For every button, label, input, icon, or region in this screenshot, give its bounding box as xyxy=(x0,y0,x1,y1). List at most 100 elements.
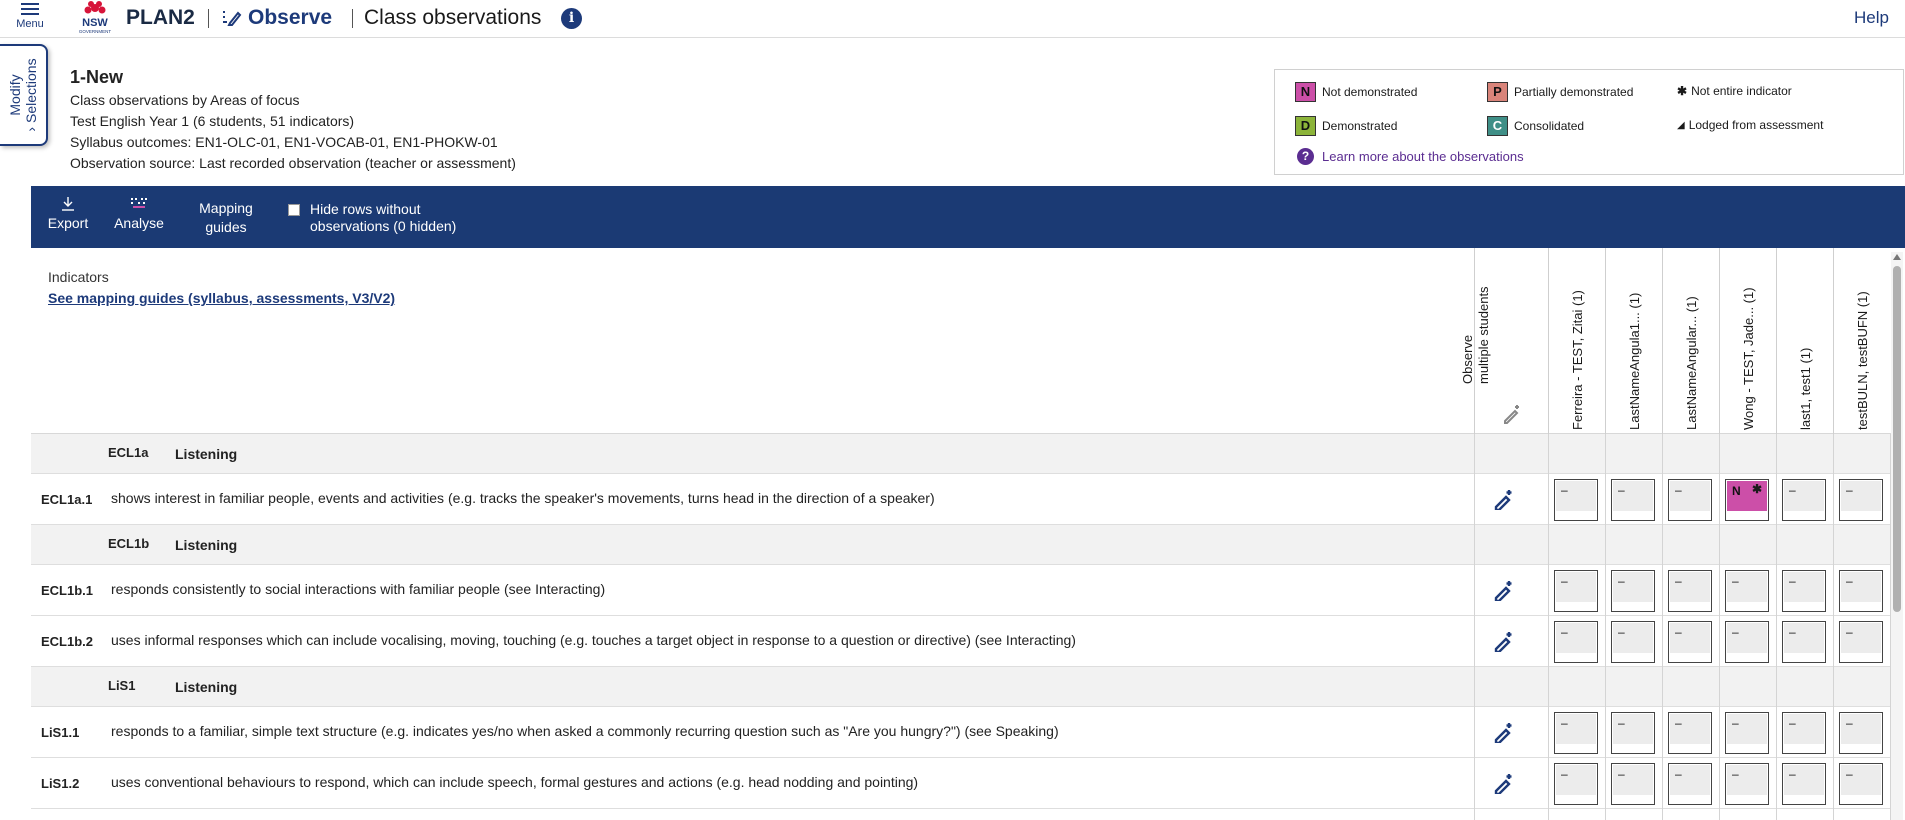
class-observations-page: Menu NSW GOVERNMENT PLAN2 Observe Class … xyxy=(0,0,1905,820)
observation-cell[interactable]: – xyxy=(1782,621,1826,663)
observation-cell[interactable]: – xyxy=(1611,570,1655,612)
modify-selections-label: Modify › Selections xyxy=(7,58,39,132)
indicator-row: ECL1a.1 shows interest in familiar people… xyxy=(31,474,1891,525)
indicator-description: uses informal responses which can includ… xyxy=(111,632,1076,648)
help-link[interactable]: Help xyxy=(1854,8,1889,28)
legend-not-entire-indicator: ✱ Not entire indicator xyxy=(1677,84,1792,98)
observation-cell[interactable]: – xyxy=(1554,763,1598,805)
observation-cell[interactable]: – xyxy=(1668,570,1712,612)
observation-value: – xyxy=(1613,572,1653,602)
legend-not-demonstrated: N Not demonstrated xyxy=(1295,82,1417,102)
observation-cell[interactable]: – xyxy=(1725,621,1769,663)
observation-cell[interactable]: – xyxy=(1725,570,1769,612)
legend-badge: N xyxy=(1295,82,1316,102)
observation-value: – xyxy=(1613,765,1653,795)
observation-cell[interactable]: – xyxy=(1839,763,1883,805)
group-label: Listening xyxy=(175,679,238,695)
observe-pencil-icon[interactable] xyxy=(1493,579,1515,603)
menu-label: Menu xyxy=(16,18,44,30)
hide-rows-toggle[interactable]: Hide rows without observations (0 hidden… xyxy=(288,201,456,235)
student-column-header[interactable]: LastNameAngula1... (1) xyxy=(1605,248,1662,434)
observation-cell[interactable]: – xyxy=(1668,621,1712,663)
observation-cell[interactable]: – xyxy=(1611,763,1655,805)
group-label: Listening xyxy=(175,446,238,462)
student-column-header[interactable]: Ferreira - TEST, Zitai (1) xyxy=(1548,248,1605,434)
grid-scrollbar[interactable] xyxy=(1891,252,1903,820)
observe-section[interactable]: Observe xyxy=(222,6,332,30)
analyse-label: Analyse xyxy=(114,215,164,231)
legend-badge: C xyxy=(1487,116,1508,136)
observation-value: – xyxy=(1727,714,1767,744)
analyse-button[interactable]: Analyse xyxy=(111,196,167,233)
observation-cell[interactable]: – xyxy=(1725,712,1769,754)
observation-cell[interactable]: – xyxy=(1725,763,1769,805)
column-divider xyxy=(1719,434,1720,820)
student-column-header[interactable]: testBULN, testBUFN (1) xyxy=(1833,248,1890,434)
observation-value: – xyxy=(1670,572,1710,602)
learn-more-link[interactable]: ? Learn more about the observations xyxy=(1297,148,1524,165)
observation-cell[interactable]: N ✱ xyxy=(1725,479,1769,521)
observation-cell[interactable]: – xyxy=(1782,712,1826,754)
observation-cell[interactable]: – xyxy=(1839,712,1883,754)
question-icon: ? xyxy=(1297,148,1314,165)
top-header: Menu NSW GOVERNMENT PLAN2 Observe Class … xyxy=(0,0,1905,38)
group-row: ECL1b Listening xyxy=(31,525,1891,565)
observation-value: – xyxy=(1784,481,1824,511)
observe-pencil-icon[interactable] xyxy=(1493,721,1515,745)
indicator-row: LiS1.2 uses conventional behaviours to re… xyxy=(31,758,1891,809)
observation-cell[interactable]: – xyxy=(1611,479,1655,521)
download-icon xyxy=(62,197,74,211)
observation-value: – xyxy=(1556,765,1596,795)
svg-text:NSW: NSW xyxy=(82,17,108,29)
group-code: ECL1b xyxy=(108,536,150,551)
student-column-header[interactable]: last1, test1 (1) xyxy=(1776,248,1833,434)
info-icon[interactable]: i xyxy=(561,8,582,29)
learn-more-label: Learn more about the observations xyxy=(1322,149,1524,164)
observation-cell[interactable]: – xyxy=(1782,570,1826,612)
column-divider xyxy=(1662,434,1663,820)
legend-demonstrated: D Demonstrated xyxy=(1295,116,1397,136)
group-code: LiS1 xyxy=(108,678,136,693)
hide-rows-checkbox[interactable] xyxy=(288,204,300,216)
observation-value: – xyxy=(1841,714,1881,744)
observation-cell[interactable]: – xyxy=(1839,621,1883,663)
mapping-guides-label: guides xyxy=(205,219,247,235)
observation-cell[interactable]: – xyxy=(1668,712,1712,754)
observation-cell[interactable]: – xyxy=(1554,479,1598,521)
observation-value: – xyxy=(1613,481,1653,511)
menu-button[interactable]: Menu xyxy=(12,0,48,36)
observation-cell[interactable]: – xyxy=(1668,479,1712,521)
observation-value: – xyxy=(1727,572,1767,602)
observe-pencil-icon[interactable] xyxy=(1493,630,1515,654)
observe-pencil-icon[interactable] xyxy=(1493,488,1515,512)
export-button[interactable]: Export xyxy=(43,196,93,233)
observation-cell[interactable]: – xyxy=(1554,570,1598,612)
indicator-row: LiS1.1 responds to a familiar, simple tex… xyxy=(31,707,1891,758)
observation-cell[interactable]: – xyxy=(1554,621,1598,663)
observation-cell[interactable]: – xyxy=(1839,570,1883,612)
scroll-up-arrow-icon[interactable] xyxy=(1893,254,1901,260)
student-column-header[interactable]: LastNameAngular... (1) xyxy=(1662,248,1719,434)
group-label: Listening xyxy=(175,537,238,553)
indicator-code: LiS1.2 xyxy=(41,776,80,791)
observation-cell[interactable]: – xyxy=(1611,621,1655,663)
mapping-guides-button[interactable]: Mapping guides xyxy=(191,199,261,237)
observation-cell[interactable]: – xyxy=(1782,479,1826,521)
mapping-guides-link[interactable]: See mapping guides (syllabus, assessment… xyxy=(48,290,395,306)
nsw-government-logo[interactable]: NSW GOVERNMENT xyxy=(72,0,118,36)
student-column-header[interactable]: Wong - TEST, Jade... (1) xyxy=(1719,248,1776,434)
hide-rows-label: Hide rows without xyxy=(310,201,421,217)
observation-cell[interactable]: – xyxy=(1668,763,1712,805)
modify-selections-tab[interactable]: Modify › Selections xyxy=(0,44,48,146)
corner-triangle-icon: ◢ xyxy=(1677,119,1685,131)
column-divider xyxy=(1833,434,1834,820)
scrollbar-thumb[interactable] xyxy=(1893,266,1901,612)
observation-cell[interactable]: – xyxy=(1611,712,1655,754)
observation-cell[interactable]: – xyxy=(1839,479,1883,521)
observation-cell[interactable]: – xyxy=(1554,712,1598,754)
legend-label: Demonstrated xyxy=(1322,119,1398,133)
observe-multiple-students-column[interactable]: Observe multiple students xyxy=(1460,248,1548,434)
observation-cell[interactable]: – xyxy=(1782,763,1826,805)
observe-pencil-icon[interactable] xyxy=(1493,772,1515,796)
indicator-row: ECL1b.1 responds consistently to social i… xyxy=(31,565,1891,616)
